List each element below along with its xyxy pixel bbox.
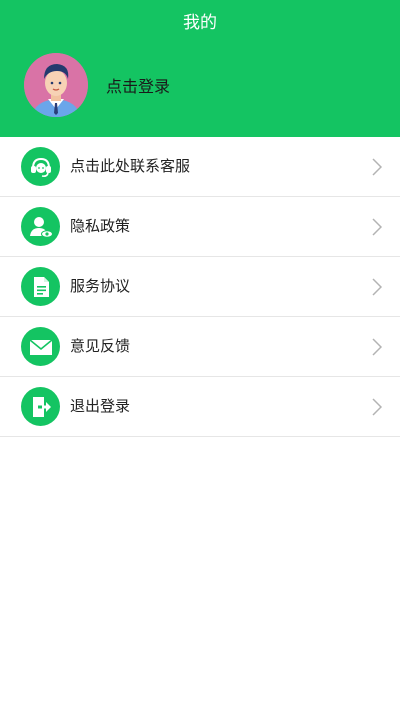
login-link[interactable]: 点击登录 bbox=[106, 76, 170, 98]
menu-item-label: 服务协议 bbox=[70, 277, 131, 295]
profile-header: 我的 点击登录 bbox=[0, 0, 400, 137]
menu-item-logout[interactable]: 退出登录 bbox=[0, 377, 400, 437]
menu-item-service-agreement[interactable]: 服务协议 bbox=[0, 257, 400, 317]
avatar-illustration bbox=[24, 53, 88, 117]
chevron-right-icon bbox=[372, 398, 383, 416]
mail-icon bbox=[21, 327, 60, 366]
menu-item-customer-service[interactable]: 点击此处联系客服 bbox=[0, 137, 400, 197]
chevron-right-icon bbox=[372, 158, 383, 176]
menu-item-feedback[interactable]: 意见反馈 bbox=[0, 317, 400, 377]
logout-icon bbox=[21, 387, 60, 426]
chevron-right-icon bbox=[372, 218, 383, 236]
avatar[interactable] bbox=[24, 53, 88, 117]
chevron-right-icon bbox=[372, 278, 383, 296]
menu-item-privacy-policy[interactable]: 隐私政策 bbox=[0, 197, 400, 257]
headset-icon bbox=[21, 147, 60, 186]
menu-item-label: 点击此处联系客服 bbox=[70, 157, 191, 175]
menu-list: 点击此处联系客服 隐私政策 服务协议 意见反馈 退出登录 bbox=[0, 137, 400, 437]
menu-item-label: 意见反馈 bbox=[70, 337, 131, 355]
chevron-right-icon bbox=[372, 338, 383, 356]
page-title: 我的 bbox=[183, 13, 217, 33]
user-eye-icon bbox=[21, 207, 60, 246]
menu-item-label: 退出登录 bbox=[70, 397, 131, 415]
menu-item-label: 隐私政策 bbox=[70, 217, 131, 235]
document-icon bbox=[21, 267, 60, 306]
